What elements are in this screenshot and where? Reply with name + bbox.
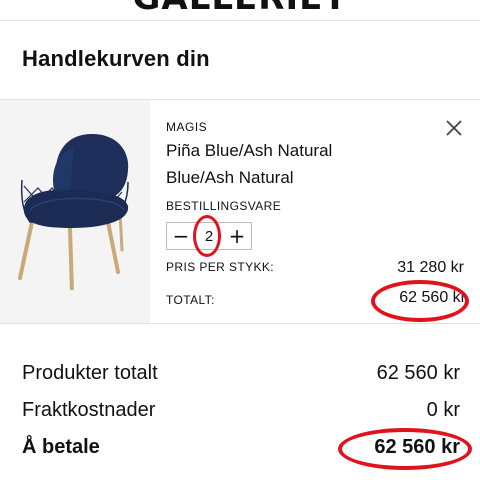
summary-row-products: Produkter totalt 62 560 kr [22, 362, 460, 390]
shipping-label: Fraktkostnader [22, 399, 156, 421]
product-image[interactable] [0, 100, 150, 323]
unit-price-value: 31 280 kr [397, 259, 464, 276]
item-total-label: TOTALT: [166, 293, 215, 307]
to-pay-label: Å betale [22, 436, 100, 458]
close-icon [446, 120, 462, 136]
brand-logo[interactable]: GALLERIET [0, 0, 480, 18]
shipping-value: 0 kr [426, 399, 460, 421]
product-variant: Blue/Ash Natural [166, 168, 294, 187]
cart-item: MAGIS Piña Blue/Ash Natural Blue/Ash Nat… [0, 99, 480, 324]
decrement-button[interactable]: − [167, 223, 195, 249]
annotation-circle-to-pay [338, 428, 472, 470]
products-total-value: 62 560 kr [376, 362, 460, 384]
products-total-label: Produkter totalt [22, 362, 158, 384]
order-type-label: BESTILLINGSVARE [166, 199, 282, 213]
page-title: Handlekurven din [22, 46, 210, 71]
header-divider [0, 20, 480, 21]
annotation-circle-item-total [371, 280, 469, 322]
unit-price-label: PRIS PER STYKK: [166, 260, 275, 274]
summary-row-shipping: Fraktkostnader 0 kr [22, 399, 460, 427]
chair-illustration [18, 133, 129, 290]
remove-item-button[interactable] [442, 116, 466, 140]
product-brand[interactable]: MAGIS [166, 120, 207, 134]
annotation-circle-quantity [193, 215, 221, 257]
increment-button[interactable]: + [223, 223, 251, 249]
product-name[interactable]: Piña Blue/Ash Natural [166, 141, 332, 161]
header: GALLERIET [0, 0, 480, 20]
